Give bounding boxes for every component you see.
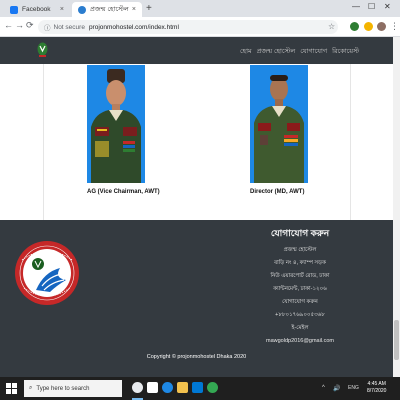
- language-indicator[interactable]: ENG: [348, 385, 359, 391]
- new-tab-button[interactable]: +: [146, 3, 152, 14]
- app-icon[interactable]: [207, 382, 218, 393]
- security-label: Not secure: [53, 23, 85, 31]
- close-tab-icon[interactable]: ×: [60, 6, 64, 13]
- scrollbar-thumb[interactable]: [394, 320, 399, 360]
- contact-line: ক্যান্টনমেন্ট, ঢাকা-১২০৬: [273, 286, 327, 292]
- officer-caption: AG (Vice Chairman, AWT): [87, 189, 160, 195]
- browser-tab-strip: Facebook × প্রজন্ম হোস্টেল × + — ☐ ✕: [0, 0, 400, 17]
- divider: [43, 64, 44, 220]
- reload-button[interactable]: ⟳: [26, 20, 34, 31]
- folder-icon[interactable]: [177, 382, 188, 393]
- windows-start-icon[interactable]: [6, 383, 17, 394]
- nav-links: হোম প্রজন্ম হোস্টেল যোগাযোগ রিকোয়েস্ট: [240, 46, 359, 57]
- officer-card: Director (MD, AWT): [250, 65, 308, 195]
- site-footer: যোগাযোগ করুন প্রজন্ম হোস্টেল বাড়ি নং ৪,…: [0, 220, 393, 377]
- officer-photo: [87, 65, 145, 183]
- forward-button[interactable]: →: [15, 20, 24, 30]
- minimize-button[interactable]: —: [352, 2, 360, 11]
- clock-date: 8/7/2020: [367, 388, 387, 394]
- taskbar-search-input[interactable]: ⌕ Type here to search: [24, 380, 122, 397]
- maximize-button[interactable]: ☐: [368, 2, 375, 11]
- close-window-button[interactable]: ✕: [384, 2, 391, 11]
- extension-icon[interactable]: [350, 22, 359, 31]
- edge-icon[interactable]: [162, 382, 173, 393]
- contact-line: ই-মেইল: [291, 325, 309, 331]
- contact-phone: +৮৮০১৭৬৯০০৫৩৬৮: [275, 312, 325, 318]
- clock-time: 4:45 AM: [367, 381, 386, 387]
- officer-photo: [250, 65, 308, 183]
- search-placeholder: Type here to search: [36, 385, 90, 392]
- site-favicon-icon: [78, 5, 86, 14]
- back-button[interactable]: ←: [4, 20, 13, 30]
- site-logo-icon[interactable]: [37, 42, 48, 58]
- tab-facebook[interactable]: Facebook ×: [4, 2, 70, 17]
- officer-card: AG (Vice Chairman, AWT): [87, 65, 160, 195]
- taskbar-clock[interactable]: 4:45 AM 8/7/2020: [367, 381, 386, 395]
- file-explorer-icon[interactable]: [147, 382, 158, 393]
- contact-line: বাড়ি নং ৪, ক্যাম্প সড়ক: [274, 260, 326, 266]
- contact-line: যোগাযোগ করুন: [282, 299, 318, 305]
- divider: [350, 64, 351, 220]
- contact-block: যোগাযোগ করুন প্রজন্ম হোস্টেল বাড়ি নং ৪,…: [240, 226, 360, 348]
- officers-section: [0, 64, 393, 220]
- page-scrollbar[interactable]: [393, 37, 400, 377]
- site-navbar: হোম প্রজন্ম হোস্টেল যোগাযোগ রিকোয়েস্ট: [0, 37, 393, 64]
- close-tab-icon[interactable]: ×: [132, 6, 136, 13]
- store-icon[interactable]: [192, 382, 203, 393]
- extension-icon[interactable]: [364, 22, 373, 31]
- profile-avatar-icon[interactable]: [377, 22, 386, 31]
- contact-line: প্রজন্ম হোস্টেল: [283, 247, 317, 253]
- tab-label: Facebook: [22, 6, 51, 13]
- web-page: হোম প্রজন্ম হোস্টেল যোগাযোগ রিকোয়েস্ট A…: [0, 37, 393, 377]
- tab-projonmo-hostel[interactable]: প্রজন্ম হোস্টেল ×: [72, 2, 142, 17]
- nav-link-hostel[interactable]: প্রজন্ম হোস্টেল: [257, 46, 296, 57]
- contact-heading: যোগাযোগ করুন: [270, 228, 330, 238]
- officer-caption: Director (MD, AWT): [250, 189, 305, 195]
- info-icon[interactable]: ⓘ: [44, 22, 51, 32]
- contact-email[interactable]: mawgoldp2016@gmail.com: [240, 335, 360, 348]
- volume-icon[interactable]: 🔊: [333, 385, 340, 392]
- nav-link-home[interactable]: হোম: [240, 46, 252, 57]
- contact-line: নিউ এয়ারপোর্ট রোড, ঢাকা: [270, 273, 330, 279]
- nav-link-contact[interactable]: যোগাযোগ: [300, 46, 327, 57]
- hostel-emblem-icon: [15, 241, 79, 305]
- browser-toolbar: ← → ⟳ ⓘ Not secure projonmohostel.com/in…: [0, 17, 400, 37]
- copyright-text: Copyright © projonmohostel Dhaka 2020: [146, 354, 247, 360]
- tray-expand-icon[interactable]: ^: [322, 385, 325, 391]
- windows-taskbar: ⌕ Type here to search ^ 🔊 ENG 4:45 AM 8/…: [0, 377, 400, 400]
- chrome-icon[interactable]: [132, 382, 143, 393]
- menu-icon[interactable]: ⋮: [390, 21, 399, 32]
- search-icon: ⌕: [29, 385, 33, 391]
- nav-link-request[interactable]: রিকোয়েস্ট: [332, 46, 359, 57]
- url-text[interactable]: projonmohostel.com/index.html: [89, 24, 179, 31]
- tab-label: প্রজন্ম হোস্টেল: [90, 6, 129, 13]
- address-bar[interactable]: ⓘ Not secure projonmohostel.com/index.ht…: [38, 20, 338, 34]
- facebook-icon: [10, 5, 18, 14]
- bookmark-star-icon[interactable]: ☆: [328, 22, 335, 31]
